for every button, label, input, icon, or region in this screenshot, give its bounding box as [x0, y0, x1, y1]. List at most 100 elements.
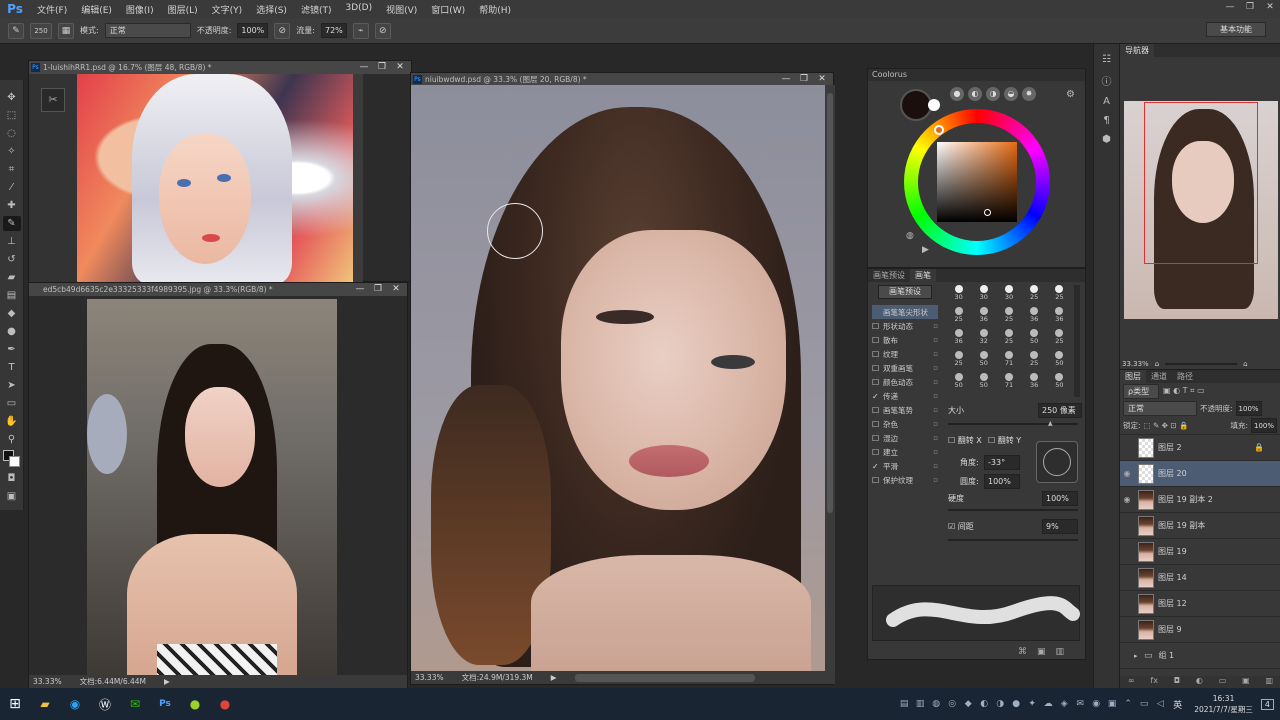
- background-swatch[interactable]: [8, 456, 20, 467]
- spacing-slider[interactable]: [948, 539, 1078, 541]
- new-preset-icon[interactable]: ▣: [1037, 647, 1046, 657]
- doc-restore-button[interactable]: ❐: [373, 61, 391, 74]
- brush-tip[interactable]: 25: [946, 351, 971, 371]
- preset-brush-icon[interactable]: ◒: [1004, 87, 1018, 101]
- size-input[interactable]: 250 像素: [1038, 403, 1082, 418]
- gradient-tool-icon[interactable]: ▤: [3, 288, 21, 303]
- brush-tip-scrollbar[interactable]: [1074, 285, 1080, 397]
- doc-minimize-button[interactable]: —: [355, 61, 373, 74]
- color-swatches[interactable]: [2, 450, 21, 468]
- brush-option-checkbox[interactable]: ☐: [872, 420, 881, 429]
- shape-tool-icon[interactable]: ▭: [3, 396, 21, 411]
- zoom-level[interactable]: 33.33%: [415, 673, 444, 682]
- brush-tip[interactable]: 25: [996, 329, 1021, 349]
- fill-input[interactable]: 100%: [1250, 418, 1277, 433]
- brush-tip[interactable]: 36: [1047, 307, 1072, 327]
- brush-tip[interactable]: 32: [971, 329, 996, 349]
- layer-row[interactable]: 图层 19: [1120, 539, 1280, 565]
- screen-mode-icon[interactable]: ▣: [3, 489, 21, 504]
- menu-item[interactable]: 图像(I): [119, 3, 161, 16]
- brush-option-row[interactable]: ☐ 建立 ▫: [872, 445, 938, 459]
- spacing-checkbox[interactable]: ☑ 间距: [948, 521, 974, 532]
- tab-channels[interactable]: 通道: [1146, 370, 1172, 383]
- brush-presets-button[interactable]: 画笔预设: [878, 285, 932, 299]
- paragraph-panel-icon[interactable]: ¶: [1103, 115, 1109, 126]
- brush-option-checkbox[interactable]: ☐: [872, 406, 881, 415]
- vertical-scrollbar[interactable]: [825, 85, 835, 671]
- brush-panel-toggle-icon[interactable]: ▦: [58, 22, 74, 39]
- brush-option-row[interactable]: ☐ 双重画笔 ▫: [872, 361, 938, 375]
- brush-option-checkbox[interactable]: ☐: [872, 336, 881, 345]
- brush-tip[interactable]: 50: [1047, 351, 1072, 371]
- lock-icon[interactable]: ▫: [933, 434, 938, 442]
- delete-icon[interactable]: ▥: [1056, 647, 1065, 657]
- edge-browser-icon[interactable]: ◉: [60, 688, 90, 720]
- healing-tool-icon[interactable]: ✚: [3, 198, 21, 213]
- flip-y-checkbox[interactable]: ☐ 翻转 Y: [988, 435, 1021, 446]
- tool-preset-icon[interactable]: ✂: [41, 88, 65, 112]
- menu-item[interactable]: 编辑(E): [74, 3, 119, 16]
- angle-input[interactable]: -33°: [984, 455, 1020, 470]
- windows-start-icon[interactable]: ⊞: [0, 688, 30, 720]
- lock-icon[interactable]: ▫: [933, 364, 938, 372]
- brush-option-checkbox[interactable]: ☐: [872, 350, 881, 359]
- menu-item[interactable]: 文件(F): [30, 3, 74, 16]
- brush-option-checkbox[interactable]: ☐: [872, 434, 881, 443]
- horizontal-scrollbar[interactable]: [574, 673, 755, 682]
- doc-close-button[interactable]: ✕: [387, 283, 405, 296]
- zoom-out-icon[interactable]: ⌂: [1155, 360, 1159, 368]
- layer-filter-dropdown[interactable]: ρ类型: [1123, 383, 1159, 399]
- move-tool-icon[interactable]: ✥: [3, 90, 21, 105]
- visibility-eye-icon[interactable]: ◉: [1120, 495, 1134, 504]
- green-app-icon[interactable]: ●: [180, 688, 210, 720]
- hand-tool-icon[interactable]: ✋: [3, 414, 21, 429]
- status-arrow-icon[interactable]: ▶: [551, 673, 557, 682]
- brush-tip[interactable]: 36: [971, 307, 996, 327]
- layer-style-icon[interactable]: fx: [1150, 676, 1158, 688]
- dodge-tool-icon[interactable]: ●: [3, 324, 21, 339]
- roundness-input[interactable]: 100%: [984, 474, 1020, 489]
- brush-tip[interactable]: 71: [996, 373, 1021, 393]
- brush-option-row[interactable]: ☐ 湿边 ▫: [872, 431, 938, 445]
- brush-tip[interactable]: 30: [996, 285, 1021, 305]
- notification-center-icon[interactable]: 4: [1260, 698, 1274, 710]
- brush-option-row[interactable]: ✓ 平滑 ▫: [872, 459, 938, 473]
- navigator-thumbnail[interactable]: [1124, 101, 1278, 319]
- lock-icon[interactable]: ▫: [933, 322, 938, 330]
- history-brush-icon[interactable]: ↺: [3, 252, 21, 267]
- new-group-icon[interactable]: ▭: [1219, 676, 1227, 688]
- brush-tip[interactable]: 25: [996, 307, 1021, 327]
- doc-close-button[interactable]: ✕: [391, 61, 409, 74]
- brush-size-picker[interactable]: 250: [30, 22, 52, 39]
- brush-option-row[interactable]: 画笔笔尖形状: [872, 305, 938, 319]
- wechat-icon[interactable]: ✉: [120, 688, 150, 720]
- blur-tool-icon[interactable]: ◆: [3, 306, 21, 321]
- color-wheel[interactable]: [904, 109, 1050, 255]
- new-layer-icon[interactable]: ▣: [1242, 676, 1250, 688]
- crop-tool-icon[interactable]: ⌗: [3, 162, 21, 177]
- pen-tool-icon[interactable]: ✒: [3, 342, 21, 357]
- restore-button[interactable]: ❐: [1240, 0, 1260, 18]
- delete-layer-icon[interactable]: ▥: [1265, 676, 1273, 688]
- tray-app-icon[interactable]: ◉: [1089, 699, 1103, 709]
- canvas-area[interactable]: [29, 296, 407, 682]
- tray-app-icon[interactable]: ✉: [1073, 699, 1087, 709]
- filter-icons[interactable]: ▣ ◐ T ⌗ ▭: [1163, 386, 1205, 396]
- brush-option-checkbox[interactable]: ☐: [872, 476, 881, 485]
- layer-row[interactable]: 图层 2 🔒: [1120, 435, 1280, 461]
- toggle-preview-icon[interactable]: ⌘: [1018, 647, 1027, 657]
- brush-option-checkbox[interactable]: ✓: [872, 462, 881, 471]
- brush-option-row[interactable]: ☐ 形状动态 ▫: [872, 319, 938, 333]
- type-tool-icon[interactable]: T: [3, 360, 21, 375]
- hue-picker-handle[interactable]: [934, 125, 944, 135]
- doc-minimize-button[interactable]: —: [351, 283, 369, 296]
- brush-tip[interactable]: 30: [971, 285, 996, 305]
- lock-icon[interactable]: ▫: [933, 420, 938, 428]
- brush-option-checkbox[interactable]: ☐: [872, 378, 881, 387]
- size-slider[interactable]: ▲: [948, 420, 1078, 427]
- tab-brush[interactable]: 画笔: [910, 269, 936, 282]
- brush-tip[interactable]: 36: [946, 329, 971, 349]
- photoshop-taskbar-icon[interactable]: Ps: [150, 688, 180, 720]
- minimize-button[interactable]: —: [1220, 0, 1240, 18]
- volume-icon[interactable]: ◁: [1153, 699, 1167, 709]
